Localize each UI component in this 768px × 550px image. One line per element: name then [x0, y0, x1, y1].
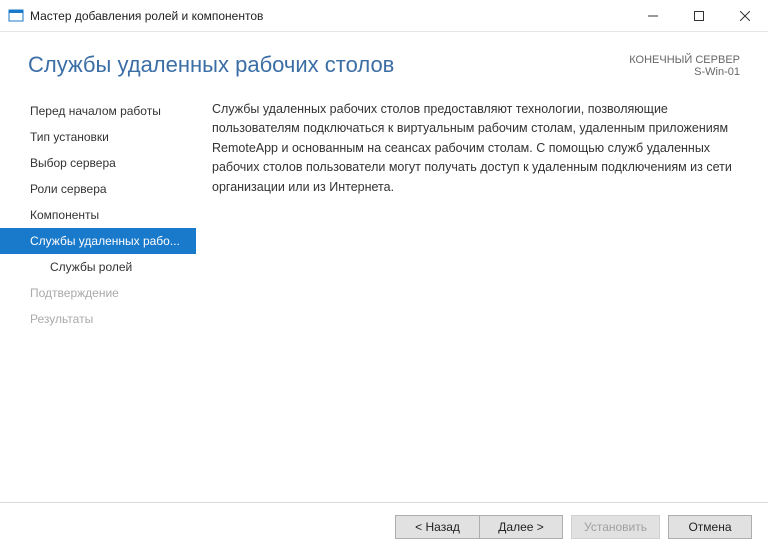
sidebar-item-confirmation: Подтверждение	[0, 280, 196, 306]
cancel-button[interactable]: Отмена	[668, 515, 752, 539]
sidebar-item-remote-desktop-services[interactable]: Службы удаленных рабо...	[0, 228, 196, 254]
page-title: Службы удаленных рабочих столов	[28, 52, 394, 78]
sidebar-item-installation-type[interactable]: Тип установки	[0, 124, 196, 150]
sidebar-item-role-services[interactable]: Службы ролей	[0, 254, 196, 280]
footer: < Назад Далее > Установить Отмена	[0, 502, 768, 550]
window-controls	[630, 0, 768, 32]
sidebar-item-before-you-begin[interactable]: Перед началом работы	[0, 98, 196, 124]
sidebar-item-server-roles[interactable]: Роли сервера	[0, 176, 196, 202]
next-button[interactable]: Далее >	[479, 515, 563, 539]
destination-server: S-Win-01	[629, 66, 740, 78]
app-icon	[8, 8, 24, 24]
description-text: Службы удаленных рабочих столов предоста…	[212, 100, 740, 197]
sidebar-item-features[interactable]: Компоненты	[0, 202, 196, 228]
content-panel: Службы удаленных рабочих столов предоста…	[196, 94, 768, 332]
window-title: Мастер добавления ролей и компонентов	[30, 9, 630, 23]
maximize-button[interactable]	[676, 0, 722, 32]
close-button[interactable]	[722, 0, 768, 32]
install-button: Установить	[571, 515, 660, 539]
nav-button-group: < Назад Далее >	[395, 515, 563, 539]
sidebar-item-server-selection[interactable]: Выбор сервера	[0, 150, 196, 176]
header: Службы удаленных рабочих столов КОНЕЧНЫЙ…	[0, 32, 768, 94]
body: Перед началом работы Тип установки Выбор…	[0, 94, 768, 332]
sidebar-item-results: Результаты	[0, 306, 196, 332]
destination-box: КОНЕЧНЫЙ СЕРВЕР S-Win-01	[629, 52, 740, 78]
titlebar: Мастер добавления ролей и компонентов	[0, 0, 768, 32]
minimize-button[interactable]	[630, 0, 676, 32]
sidebar: Перед началом работы Тип установки Выбор…	[0, 94, 196, 332]
destination-label: КОНЕЧНЫЙ СЕРВЕР	[629, 54, 740, 66]
back-button[interactable]: < Назад	[395, 515, 479, 539]
